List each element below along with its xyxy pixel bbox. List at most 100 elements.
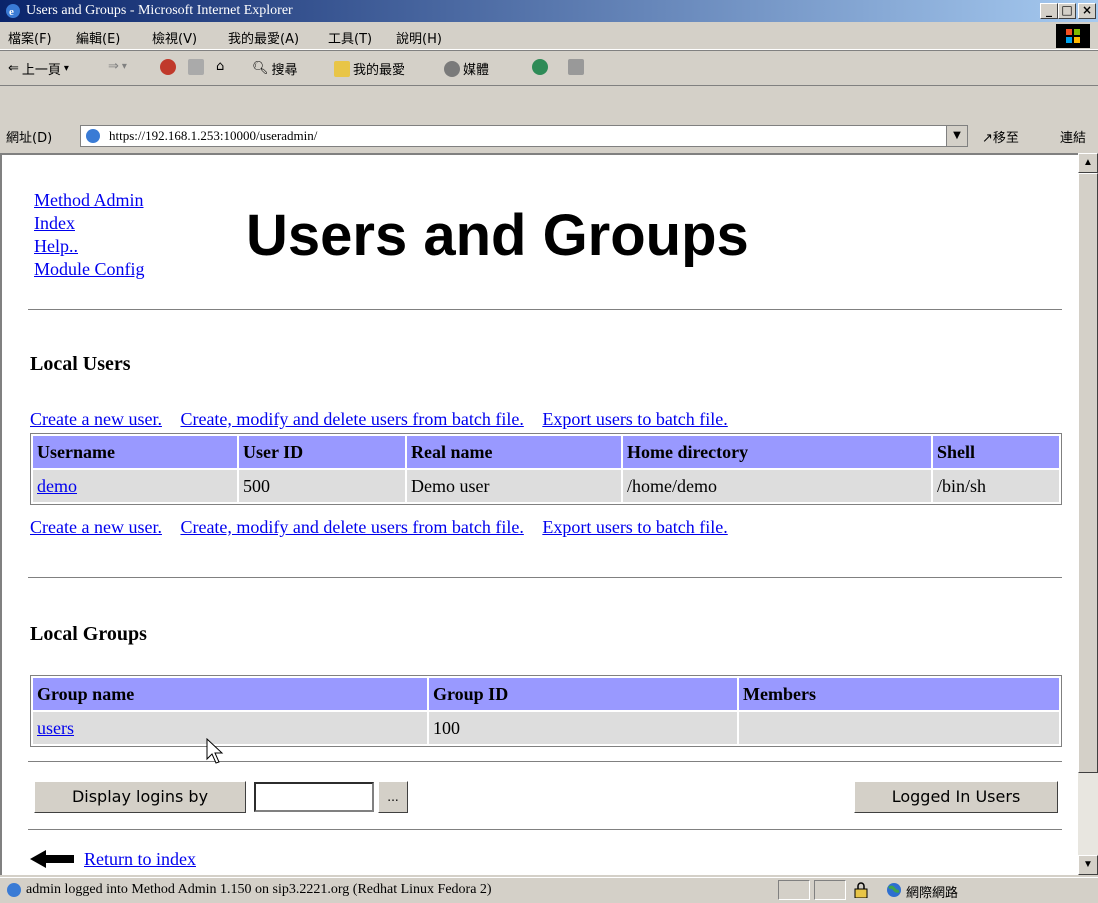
status-text: admin logged into Method Admin 1.150 on … [26, 882, 492, 897]
page-icon [86, 129, 100, 143]
window-titlebar: e Users and Groups - Microsoft Internet … [0, 0, 1098, 22]
menu-view[interactable]: 檢視(V) [152, 28, 197, 47]
menu-favorites[interactable]: 我的最愛(A) [228, 28, 299, 47]
divider [28, 309, 1062, 311]
lock-icon [854, 882, 868, 898]
globe-icon [887, 883, 901, 897]
column-group-id: Group ID [429, 678, 737, 710]
batch-file-link[interactable]: Create, modify and delete users from bat… [180, 409, 523, 429]
go-arrow-icon: ↗ [982, 131, 993, 146]
dropdown-icon: ▾ [63, 63, 69, 74]
back-arrow-icon [30, 850, 74, 868]
maximize-button[interactable]: □ [1058, 3, 1076, 19]
top-links: Method Admin Index Help.. Module Config [34, 189, 145, 281]
media-label: 媒體 [463, 63, 490, 78]
go-button[interactable]: ↗移至 [982, 127, 1019, 146]
media-icon [444, 60, 460, 77]
link-method-admin[interactable]: Method Admin [34, 190, 144, 210]
menu-file[interactable]: 檔案(F) [8, 28, 52, 47]
page-icon [7, 883, 21, 897]
address-label: 網址(D) [6, 131, 53, 146]
media-button[interactable]: 媒體 [444, 59, 489, 78]
menu-edit[interactable]: 編輯(E) [76, 28, 120, 47]
link-help[interactable]: Help.. [34, 236, 78, 256]
link-module-config[interactable]: Module Config [34, 259, 145, 279]
create-user-link[interactable]: Create a new user. [30, 517, 162, 537]
stop-icon [160, 59, 176, 75]
stop-button[interactable] [160, 59, 176, 75]
dropdown-icon: ▾ [121, 61, 127, 72]
group-link[interactable]: users [37, 718, 74, 738]
close-button[interactable]: × [1078, 3, 1096, 19]
user-actions-bottom: Create a new user. Create, modify and de… [30, 517, 742, 538]
display-logins-button[interactable]: Display logins by [34, 781, 246, 813]
column-shell: Shell [933, 436, 1059, 468]
scroll-down-button[interactable]: ▼ [1078, 855, 1098, 875]
table-header: Group name Group ID Members [33, 678, 1059, 710]
batch-file-link[interactable]: Create, modify and delete users from bat… [180, 517, 523, 537]
svg-text:e: e [9, 6, 14, 18]
history-icon [532, 59, 548, 75]
username-cell: demo [33, 470, 237, 502]
menu-bar: 檔案(F) 編輯(E) 檢視(V) 我的最愛(A) 工具(T) 說明(H) [0, 23, 1098, 50]
members-cell [739, 712, 1059, 744]
divider [28, 577, 1062, 579]
search-icon: 🔍︎ [252, 61, 269, 76]
divider [28, 761, 1062, 763]
menu-tools[interactable]: 工具(T) [328, 28, 372, 47]
back-button[interactable]: ⇐ 上一頁 ▾ [8, 59, 69, 78]
status-bar: admin logged into Method Admin 1.150 on … [0, 877, 1098, 903]
create-user-link[interactable]: Create a new user. [30, 409, 162, 429]
column-real-name: Real name [407, 436, 621, 468]
user-link[interactable]: demo [37, 476, 77, 496]
forward-button[interactable]: ⇒ ▾ [108, 59, 127, 74]
user-actions-top: Create a new user. Create, modify and de… [30, 409, 742, 430]
column-members: Members [739, 678, 1059, 710]
forward-arrow-icon: ⇒ [108, 59, 119, 74]
table-header: Username User ID Real name Home director… [33, 436, 1059, 468]
links-button[interactable]: 連結 [1060, 127, 1086, 146]
page-title: Users and Groups [246, 203, 749, 268]
export-users-link[interactable]: Export users to batch file. [542, 409, 727, 429]
standard-toolbar: ⇐ 上一頁 ▾ ⇒ ▾ ⌂ 🔍︎ 搜尋 我的最愛 媒體 [0, 50, 1098, 86]
favorites-button[interactable]: 我的最愛 [334, 59, 405, 78]
favorites-label: 我的最愛 [353, 63, 406, 78]
print-icon [568, 59, 584, 75]
ie-icon: e [6, 4, 20, 18]
address-url: https://192.168.1.253:10000/useradmin/ [109, 128, 318, 143]
back-arrow-icon: ⇐ [8, 61, 19, 76]
mouse-cursor-icon [206, 738, 224, 764]
column-group-name: Group name [33, 678, 427, 710]
home-directory-cell: /home/demo [623, 470, 931, 502]
search-button[interactable]: 🔍︎ 搜尋 [252, 59, 298, 78]
print-button[interactable] [568, 59, 584, 75]
user-id-cell: 500 [239, 470, 405, 502]
users-table: Username User ID Real name Home director… [30, 433, 1062, 505]
return-to-index-link[interactable]: Return to index [84, 849, 196, 870]
browse-user-button[interactable]: ... [378, 781, 408, 813]
login-user-input[interactable] [254, 782, 374, 812]
go-label: 移至 [992, 131, 1019, 146]
refresh-button[interactable] [188, 59, 204, 75]
status-pane [814, 880, 846, 900]
address-input[interactable]: https://192.168.1.253:10000/useradmin/ ▼ [80, 125, 968, 147]
home-button[interactable]: ⌂ [216, 59, 224, 74]
export-users-link[interactable]: Export users to batch file. [542, 517, 727, 537]
history-button[interactable] [532, 59, 548, 75]
vertical-scrollbar[interactable]: ▲ ▼ [1078, 153, 1098, 875]
menu-help[interactable]: 說明(H) [396, 28, 442, 47]
local-users-heading: Local Users [30, 353, 131, 375]
local-groups-heading: Local Groups [30, 623, 147, 645]
home-icon: ⌂ [216, 59, 225, 74]
scroll-thumb[interactable] [1078, 173, 1098, 773]
minimize-button[interactable]: _ [1040, 3, 1058, 19]
link-index[interactable]: Index [34, 213, 75, 233]
table-row: users 100 [33, 712, 1059, 744]
back-label: 上一頁 [21, 63, 61, 78]
scroll-up-button[interactable]: ▲ [1078, 153, 1098, 173]
groups-table: Group name Group ID Members users 100 [30, 675, 1062, 747]
logged-in-users-button[interactable]: Logged In Users [854, 781, 1058, 813]
real-name-cell: Demo user [407, 470, 621, 502]
group-name-cell: users [33, 712, 427, 744]
address-dropdown-button[interactable]: ▼ [946, 126, 967, 146]
